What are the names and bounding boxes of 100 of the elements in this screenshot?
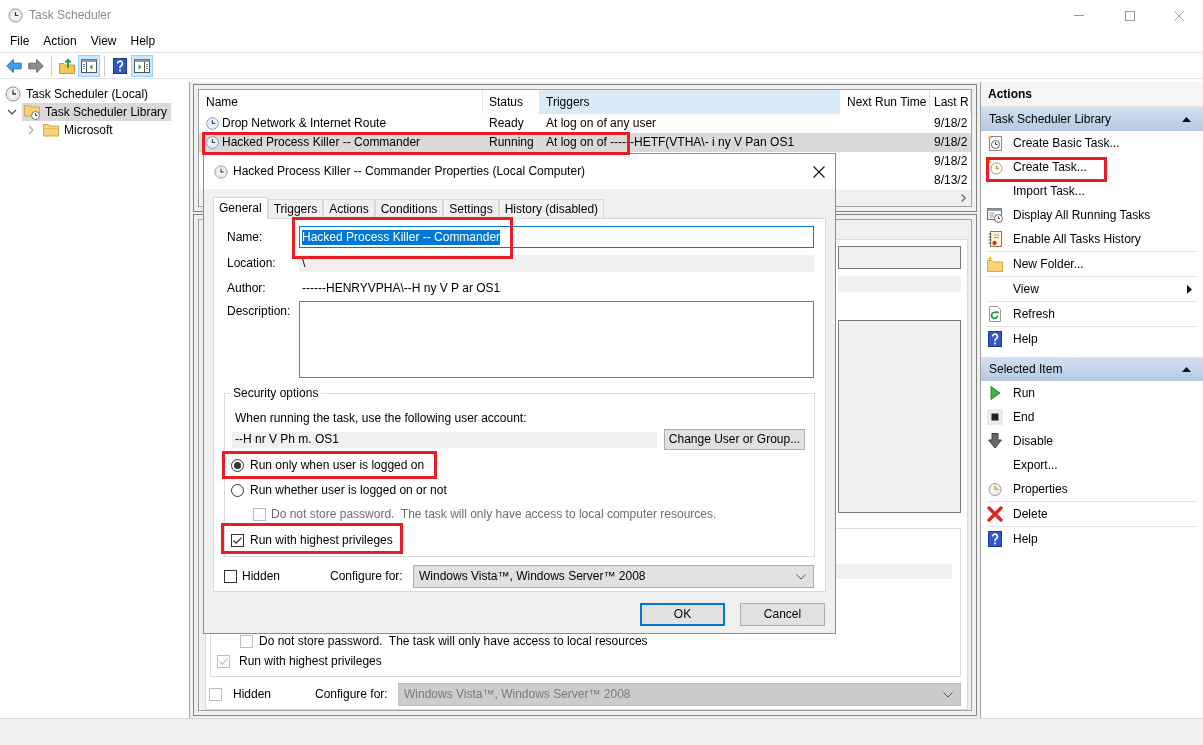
stop-icon <box>987 409 1003 425</box>
command-link[interactable]: Create Basic Task... <box>981 131 1203 155</box>
window-clock-icon <box>987 207 1003 223</box>
radio-button[interactable] <box>231 483 244 497</box>
name-field[interactable]: Hacked Process Killer -- Commander <box>299 226 814 248</box>
menu-item[interactable]: View <box>83 31 124 52</box>
chevron-right-icon[interactable] <box>28 125 34 135</box>
field-label: Author: <box>227 280 267 296</box>
section-header[interactable]: Selected Item <box>981 357 1203 381</box>
column-header[interactable]: Triggers <box>540 90 840 114</box>
clock-icon <box>214 164 228 179</box>
tab[interactable]: Triggers <box>267 199 324 218</box>
dialog-button[interactable]: Cancel <box>740 603 825 626</box>
close-icon <box>1174 10 1184 21</box>
chevron-down-icon[interactable] <box>7 109 17 115</box>
menu-item[interactable]: File <box>3 31 37 52</box>
tab[interactable]: General <box>213 197 268 219</box>
tab[interactable]: History (disabled) <box>498 199 605 218</box>
scroll-right-icon <box>961 194 966 202</box>
back-arrow-icon <box>6 57 22 74</box>
command-link[interactable]: Help <box>981 527 1203 551</box>
down-arrow-icon <box>987 433 1003 449</box>
menu-item[interactable]: Action <box>36 31 84 52</box>
folder-clock-icon <box>24 104 40 120</box>
minimize-icon <box>1074 15 1084 16</box>
chevron-down-icon <box>796 573 806 580</box>
clock-icon <box>206 136 219 149</box>
command-link[interactable]: End <box>981 405 1203 429</box>
group-title: Security options <box>232 386 320 400</box>
tree-item[interactable]: Task Scheduler (Local) <box>3 85 153 103</box>
prompt-text: When running the task, use the following user account: <box>235 411 528 425</box>
chevron-down-icon <box>943 691 953 698</box>
folder-sparkle-icon <box>987 256 1003 272</box>
field-label: Configure for: <box>330 569 404 584</box>
console-tree-button[interactable] <box>78 54 100 77</box>
command-link[interactable]: Run <box>981 381 1203 405</box>
section-title: Selected Item <box>989 361 1063 377</box>
checkbox-label[interactable]: Run with highest privileges <box>250 532 393 548</box>
section-header[interactable]: Task Scheduler Library <box>981 107 1203 131</box>
help-icon <box>112 57 128 74</box>
folder-up-icon <box>59 57 75 74</box>
notebook-icon <box>987 231 1003 247</box>
task-name: Drop Network & Internet Route <box>222 116 387 131</box>
dialog-button[interactable]: OK <box>640 603 725 626</box>
window-title: Task Scheduler <box>29 8 112 23</box>
page-clock-icon <box>987 135 1003 151</box>
command-link[interactable]: View <box>981 277 1203 301</box>
account-field: --H nr V Ph m. OS1 <box>232 431 657 448</box>
checkbox-label[interactable]: Hidden <box>242 569 330 584</box>
table-row[interactable]: Drop Network & Internet Route Ready At log on of any user 9/18/2 <box>199 114 971 133</box>
help-icon <box>987 331 1003 347</box>
radio-label[interactable]: Run whether user is logged on or not <box>250 482 447 498</box>
checkbox[interactable] <box>224 570 237 583</box>
command-link[interactable]: Help <box>981 327 1203 351</box>
radio-button[interactable] <box>231 458 244 472</box>
command-link[interactable]: Disable <box>981 429 1203 453</box>
description-field[interactable] <box>299 301 814 378</box>
caret-right-icon <box>1187 284 1192 294</box>
field-label: Description: <box>227 303 292 319</box>
task-status: Ready <box>489 116 524 131</box>
text-field[interactable] <box>838 246 961 269</box>
close-icon <box>813 165 825 178</box>
clock-icon <box>206 117 219 130</box>
command-link[interactable]: Export... <box>981 453 1203 477</box>
date-text: 9/18/2 <box>934 116 968 131</box>
author-value: ------HENRYVPHA\--H ny V P ar OS1 <box>302 280 501 296</box>
action-pane-button[interactable] <box>131 54 153 77</box>
clock-icon <box>987 481 1003 497</box>
help-icon <box>987 531 1003 547</box>
tree-item[interactable]: Task Scheduler Library <box>22 103 172 121</box>
section-title: Task Scheduler Library <box>989 111 1112 127</box>
refresh-icon <box>987 306 1003 322</box>
play-icon <box>987 385 1003 401</box>
clock-icon <box>8 8 23 23</box>
command-link[interactable]: Display All Running Tasks <box>981 203 1203 227</box>
field-label: Name: <box>227 229 264 245</box>
window-pane-icon <box>134 57 150 74</box>
text-area[interactable] <box>838 320 961 513</box>
radio-label[interactable]: Run only when user is logged on <box>250 457 425 473</box>
field-label: Location: <box>227 256 277 271</box>
command-link[interactable]: Delete <box>981 502 1203 526</box>
command-link[interactable]: Properties <box>981 477 1203 501</box>
delete-icon <box>987 506 1003 522</box>
tree-item[interactable]: Microsoft <box>41 121 117 139</box>
task-name: Hacked Process Killer -- Commander <box>222 135 421 150</box>
forward-arrow-icon <box>28 57 44 74</box>
change-user-button[interactable]: Change User or Group... <box>664 429 805 450</box>
configure-dropdown[interactable]: Windows Vista™, Windows Server™ 2008 <box>413 565 814 588</box>
folder-icon <box>43 122 59 138</box>
command-link[interactable]: Enable All Tasks History <box>981 227 1203 251</box>
command-link[interactable]: Create Task... <box>981 155 1203 179</box>
menu-item[interactable]: Help <box>123 31 163 52</box>
field-label: Configure for: <box>315 687 389 702</box>
checkbox[interactable] <box>231 533 244 547</box>
command-link[interactable]: Import Task... <box>981 179 1203 203</box>
command-link[interactable]: Refresh <box>981 302 1203 326</box>
clock-icon <box>5 86 21 102</box>
dialog-title: Hacked Process Killer -- Commander Properties (Local Computer) <box>233 164 586 179</box>
task-trigger: At log on of any user <box>546 116 657 131</box>
command-link[interactable]: New Folder... <box>981 252 1203 276</box>
